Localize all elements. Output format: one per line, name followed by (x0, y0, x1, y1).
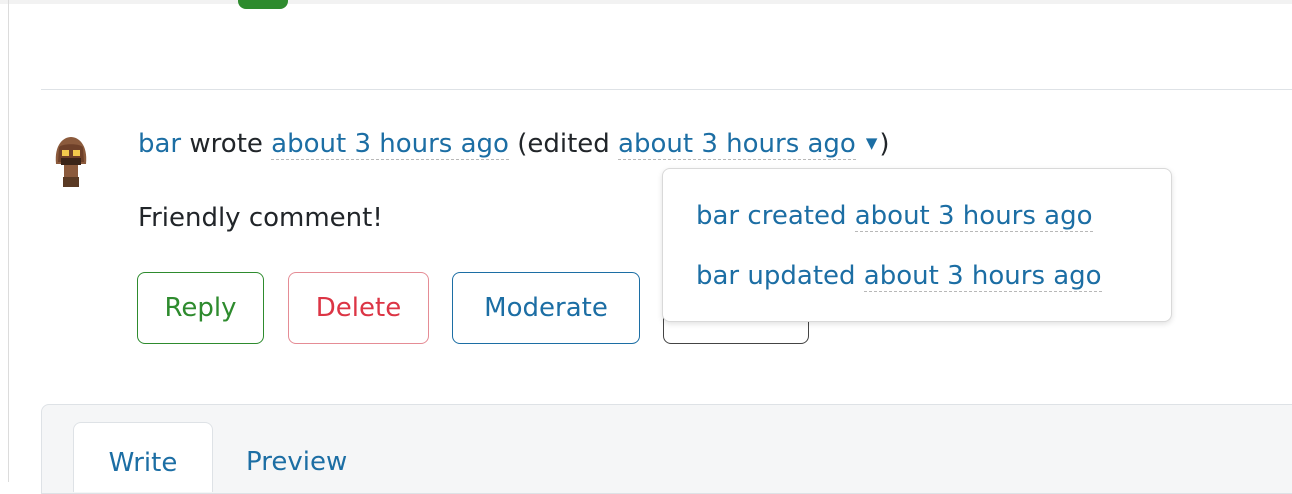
history-time-link[interactable]: about 3 hours ago (854, 201, 1093, 232)
edit-history-popover: bar created about 3 hours ago bar update… (662, 168, 1172, 322)
edited-suffix: ) (879, 129, 890, 159)
moderate-button[interactable]: Moderate (452, 272, 640, 344)
comment-separator (41, 89, 1292, 90)
history-user-link[interactable]: bar (696, 261, 739, 291)
history-time-link[interactable]: about 3 hours ago (863, 261, 1102, 292)
history-item-created: bar created about 3 hours ago (696, 198, 1093, 234)
wrote-text: wrote (189, 129, 263, 159)
history-item-updated: bar updated about 3 hours ago (696, 258, 1102, 294)
comment-header: bar wrote about 3 hours ago (edited abou… (138, 124, 890, 167)
previous-button-edge[interactable] (238, 0, 288, 9)
edited-prefix: (edited (517, 129, 610, 159)
reply-button[interactable]: Reply (137, 272, 264, 344)
delete-button[interactable]: Delete (288, 272, 429, 344)
tab-preview[interactable]: Preview (246, 442, 347, 482)
top-strip (0, 0, 1292, 4)
avatar-icon (55, 137, 87, 187)
created-time-link[interactable]: about 3 hours ago (271, 129, 509, 160)
history-action: created (747, 201, 847, 231)
comment-body: Friendly comment! (138, 203, 383, 233)
history-action: updated (747, 261, 856, 291)
left-rule (8, 0, 9, 482)
history-user-link[interactable]: bar (696, 201, 739, 231)
edited-time-link[interactable]: about 3 hours ago (618, 129, 856, 160)
comment-editor (41, 404, 1292, 494)
author-link[interactable]: bar (138, 129, 181, 159)
chevron-down-icon[interactable]: ▼ (866, 123, 878, 163)
avatar[interactable] (50, 134, 92, 188)
